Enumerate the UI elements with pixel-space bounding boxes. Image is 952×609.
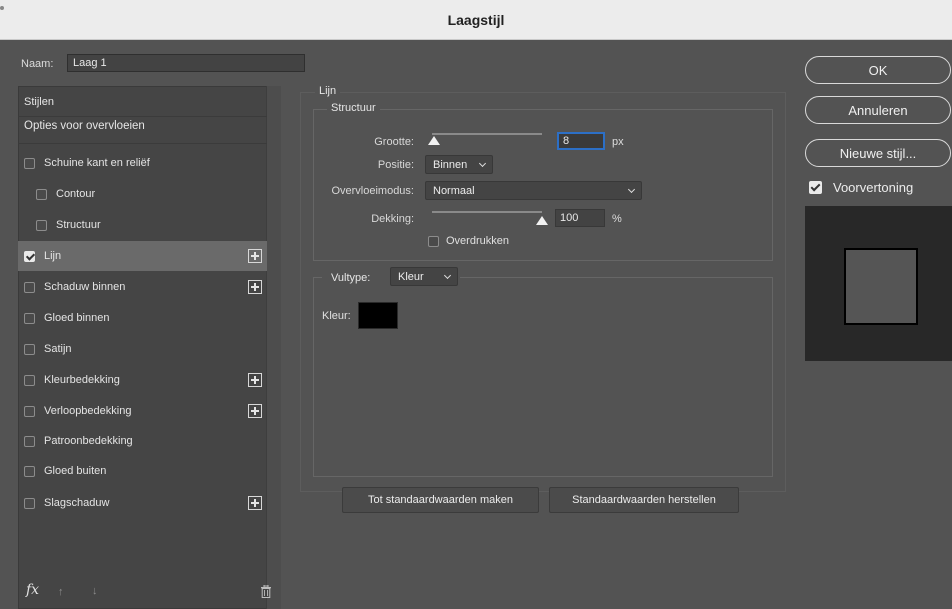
style-item-stroke[interactable]: Lijn [18, 241, 267, 271]
style-item-texture[interactable]: Structuur [18, 210, 267, 240]
style-item-label: Structuur [56, 219, 101, 231]
style-item-color-overlay[interactable]: Kleurbedekking [18, 365, 267, 395]
style-item-label: Patroonbedekking [44, 435, 133, 447]
layer-name-input[interactable] [67, 54, 305, 72]
checkbox[interactable] [36, 188, 47, 200]
add-effect-icon[interactable] [248, 404, 262, 418]
position-label: Positie: [377, 159, 414, 171]
overprint-checkbox[interactable] [428, 236, 439, 247]
divider [18, 143, 267, 144]
style-item-inner-glow[interactable]: Gloed binnen [18, 303, 267, 333]
style-item-label: Lijn [44, 250, 62, 262]
size-unit: px [612, 136, 624, 148]
checkbox[interactable] [24, 281, 35, 293]
chevron-down-icon [478, 159, 487, 167]
add-effect-icon[interactable] [248, 249, 262, 263]
stroke-section-title: Lijn [315, 85, 341, 97]
style-item-label: Contour [56, 188, 96, 200]
opacity-slider-thumb[interactable] [536, 216, 548, 225]
checkbox[interactable] [24, 405, 35, 417]
size-slider-track[interactable] [432, 133, 542, 135]
checkbox[interactable] [24, 465, 35, 477]
fill-type-label: Vultype: [331, 272, 371, 284]
make-default-button[interactable]: Tot standaardwaarden maken [342, 487, 539, 513]
checkbox[interactable] [24, 157, 35, 169]
opacity-unit: % [612, 213, 622, 225]
color-swatch[interactable] [358, 302, 398, 329]
blend-mode-label: Overvloeimodus: [331, 185, 414, 197]
move-down-icon[interactable]: ↓ [92, 585, 98, 597]
ok-button[interactable]: OK [805, 56, 951, 84]
checkbox[interactable] [24, 435, 35, 447]
checkbox-checked[interactable] [24, 250, 35, 262]
color-label: Kleur: [322, 310, 351, 322]
position-select[interactable]: Binnen [425, 155, 493, 174]
preview-checkbox[interactable] [809, 181, 822, 194]
checkbox[interactable] [24, 343, 35, 355]
style-item-bevel-emboss[interactable]: Schuine kant en reliëf [18, 148, 267, 178]
trash-icon[interactable] [261, 585, 271, 598]
style-item-label: Gloed buiten [44, 465, 107, 477]
styles-header[interactable]: Stijlen [24, 96, 54, 108]
style-item-pattern-overlay[interactable]: Patroonbedekking [18, 426, 267, 456]
opacity-label: Dekking: [371, 213, 414, 225]
style-item-label: Schaduw binnen [44, 281, 126, 293]
name-label: Naam: [21, 58, 54, 70]
dialog-title: Laagstijl [447, 12, 505, 28]
style-item-label: Schuine kant en reliëf [44, 157, 150, 169]
position-value: Binnen [433, 158, 468, 171]
reset-default-button[interactable]: Standaardwaarden herstellen [549, 487, 739, 513]
checkbox[interactable] [24, 312, 35, 324]
checkbox[interactable] [36, 219, 47, 231]
add-effect-icon[interactable] [248, 373, 262, 387]
fill-type-value: Kleur [398, 270, 424, 283]
title-bar: Laagstijl [0, 0, 952, 40]
preview-thumbnail [844, 248, 918, 325]
style-item-satin[interactable]: Satijn [18, 334, 267, 364]
new-style-button[interactable]: Nieuwe stijl... [805, 139, 951, 167]
divider [18, 116, 267, 117]
style-item-label: Kleurbedekking [44, 374, 120, 386]
preview-label: Voorvertoning [833, 180, 914, 195]
fx-icon[interactable]: fx [26, 582, 39, 598]
blend-mode-select[interactable]: Normaal [425, 181, 642, 200]
style-item-inner-shadow[interactable]: Schaduw binnen [18, 272, 267, 302]
opacity-input[interactable] [555, 209, 605, 227]
style-item-label: Verloopbedekking [44, 405, 132, 417]
style-item-label: Slagschaduw [44, 497, 110, 509]
fill-type-select[interactable]: Kleur [390, 267, 458, 286]
style-item-drop-shadow[interactable]: Slagschaduw [18, 488, 267, 518]
size-label: Grootte: [374, 136, 414, 148]
blend-options-item[interactable]: Opties voor overvloeien [24, 120, 145, 132]
checkbox[interactable] [24, 374, 35, 386]
styles-scrollbar[interactable] [266, 86, 281, 609]
add-effect-icon[interactable] [248, 496, 262, 510]
style-item-gradient-overlay[interactable]: Verloopbedekking [18, 396, 267, 426]
move-up-icon[interactable]: ↑ [58, 586, 64, 598]
style-item-outer-glow[interactable]: Gloed buiten [18, 456, 267, 486]
opacity-slider-track[interactable] [432, 211, 542, 213]
size-slider-thumb[interactable] [428, 136, 441, 145]
chevron-down-icon [443, 271, 452, 279]
blend-mode-value: Normaal [433, 184, 475, 197]
add-effect-icon[interactable] [248, 280, 262, 294]
checkbox[interactable] [24, 497, 35, 509]
style-item-contour[interactable]: Contour [18, 179, 267, 209]
chevron-down-icon [627, 185, 636, 193]
style-item-label: Gloed binnen [44, 312, 110, 324]
style-item-label: Satijn [44, 343, 72, 355]
structure-title: Structuur [327, 102, 380, 114]
size-input[interactable] [557, 132, 605, 150]
overprint-label: Overdrukken [446, 235, 509, 247]
window-dot [0, 6, 4, 10]
cancel-button[interactable]: Annuleren [805, 96, 951, 124]
